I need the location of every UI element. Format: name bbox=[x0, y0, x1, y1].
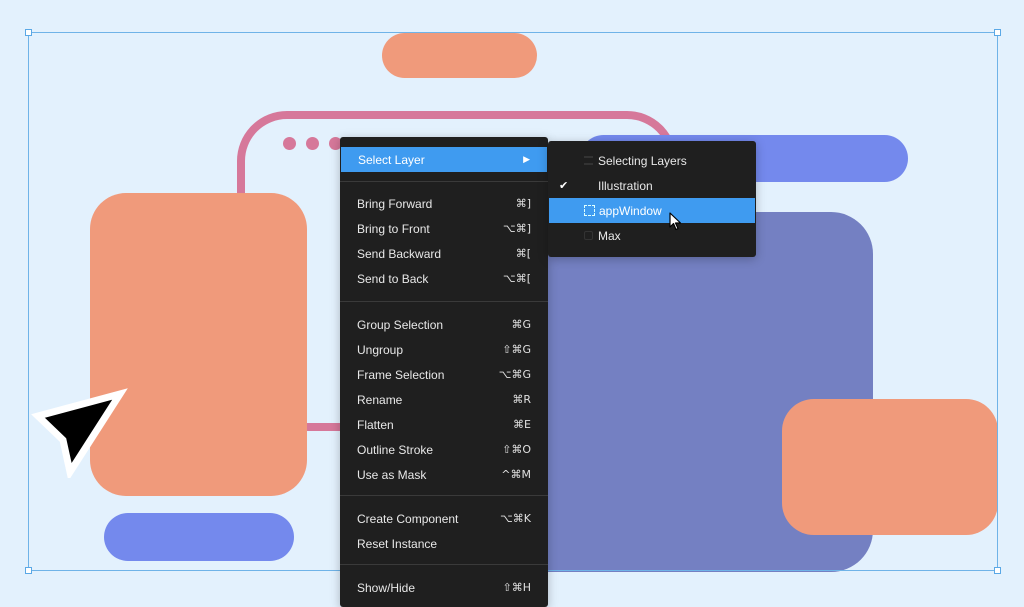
menu-item-label: Bring Forward bbox=[357, 196, 433, 211]
menu-item-label: Flatten bbox=[357, 417, 394, 432]
submenu-item-label: Max bbox=[598, 228, 621, 243]
menu-separator bbox=[340, 564, 548, 565]
menu-item-shortcut: ⌘E bbox=[513, 418, 531, 431]
select-layer-submenu: Selecting Layers ✔ Illustration appWindo… bbox=[548, 141, 756, 257]
frame-icon bbox=[584, 205, 595, 216]
menu-item-rename[interactable]: Rename ⌘R bbox=[340, 387, 548, 412]
menu-item-label: Create Component bbox=[357, 511, 459, 526]
menu-item-send-backward[interactable]: Send Backward ⌘[ bbox=[340, 241, 548, 266]
submenu-item-illustration[interactable]: ✔ Illustration bbox=[548, 173, 756, 198]
menu-item-shortcut: ⌘[ bbox=[515, 247, 531, 260]
menu-item-shortcut: ⌥⌘G bbox=[498, 368, 531, 381]
submenu-item-selecting-layers[interactable]: Selecting Layers bbox=[548, 148, 756, 173]
menu-item-ungroup[interactable]: Ungroup ⇧⌘G bbox=[340, 337, 548, 362]
menu-item-shortcut: ⇧⌘H bbox=[502, 581, 532, 594]
menu-item-shortcut: ^⌘M bbox=[501, 468, 531, 481]
menu-item-flatten[interactable]: Flatten ⌘E bbox=[340, 412, 548, 437]
menu-item-shortcut: ⌘] bbox=[515, 197, 531, 210]
menu-separator bbox=[340, 181, 548, 182]
menu-separator bbox=[340, 301, 548, 302]
menu-item-label: Send Backward bbox=[357, 246, 442, 261]
resize-handle-bottom-right[interactable] bbox=[994, 567, 1001, 574]
menu-item-label: Send to Back bbox=[357, 271, 429, 286]
menu-item-label: Frame Selection bbox=[357, 367, 445, 382]
menu-item-send-to-back[interactable]: Send to Back ⌥⌘[ bbox=[340, 266, 548, 291]
submenu-item-appwindow[interactable]: appWindow bbox=[549, 198, 755, 223]
menu-item-show-hide[interactable]: Show/Hide ⇧⌘H bbox=[340, 575, 548, 600]
menu-item-shortcut: ⇧⌘G bbox=[502, 343, 531, 356]
context-menu: Select Layer ▶ Bring Forward ⌘] Bring to… bbox=[340, 137, 548, 607]
menu-item-label: Outline Stroke bbox=[357, 442, 434, 457]
menu-item-label: Group Selection bbox=[357, 317, 444, 332]
resize-handle-top-left[interactable] bbox=[25, 29, 32, 36]
resize-handle-top-right[interactable] bbox=[994, 29, 1001, 36]
resize-handle-bottom-left[interactable] bbox=[25, 567, 32, 574]
menu-item-label: Show/Hide bbox=[357, 580, 416, 595]
menu-item-label: Rename bbox=[357, 392, 403, 407]
menu-item-frame-selection[interactable]: Frame Selection ⌥⌘G bbox=[340, 362, 548, 387]
menu-item-select-layer[interactable]: Select Layer ▶ bbox=[341, 147, 547, 172]
menu-item-group-selection[interactable]: Group Selection ⌘G bbox=[340, 312, 548, 337]
menu-item-shortcut: ⌘R bbox=[512, 393, 531, 406]
menu-item-outline-stroke[interactable]: Outline Stroke ⇧⌘O bbox=[340, 437, 548, 462]
menu-item-bring-to-front[interactable]: Bring to Front ⌥⌘] bbox=[340, 216, 548, 241]
checkmark-icon: ✔ bbox=[559, 180, 569, 192]
submenu-item-label: Selecting Layers bbox=[598, 153, 687, 168]
submenu-item-max[interactable]: Max bbox=[548, 223, 756, 248]
mouse-cursor-icon bbox=[669, 212, 682, 231]
menu-item-label: Ungroup bbox=[357, 342, 404, 357]
menu-item-shortcut: ⌘G bbox=[511, 318, 531, 331]
menu-item-shortcut: ⇧⌘O bbox=[502, 443, 531, 456]
menu-item-shortcut: ⌥⌘K bbox=[500, 512, 531, 525]
submenu-item-label: Illustration bbox=[598, 178, 653, 193]
submenu-arrow-icon: ▶ bbox=[523, 154, 530, 164]
menu-item-label: Select Layer bbox=[358, 152, 425, 167]
submenu-item-label: appWindow bbox=[599, 203, 662, 218]
menu-item-label: Use as Mask bbox=[357, 467, 427, 482]
menu-item-create-component[interactable]: Create Component ⌥⌘K bbox=[340, 506, 548, 531]
menu-item-reset-instance[interactable]: Reset Instance bbox=[340, 531, 548, 556]
rectangle-icon bbox=[584, 231, 593, 240]
menu-separator bbox=[340, 495, 548, 496]
group-icon bbox=[584, 156, 593, 165]
menu-item-label: Reset Instance bbox=[357, 536, 438, 551]
menu-item-use-as-mask[interactable]: Use as Mask ^⌘M bbox=[340, 462, 548, 487]
menu-item-shortcut: ⌥⌘[ bbox=[503, 272, 531, 285]
menu-item-shortcut: ⌥⌘] bbox=[503, 222, 531, 235]
menu-item-label: Bring to Front bbox=[357, 221, 430, 236]
menu-item-bring-forward[interactable]: Bring Forward ⌘] bbox=[340, 191, 548, 216]
